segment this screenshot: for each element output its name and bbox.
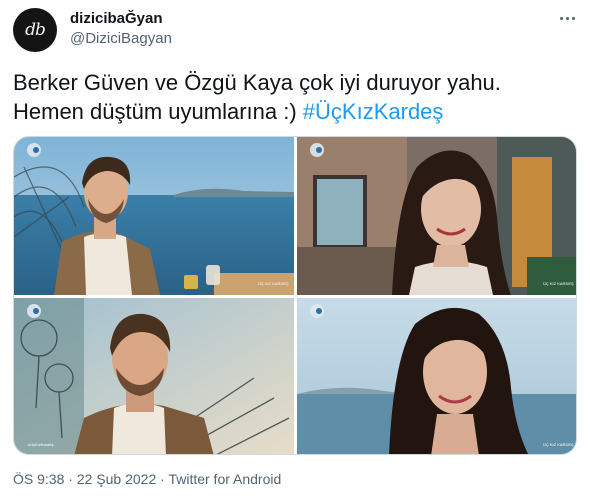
avatar[interactable]: db	[13, 8, 57, 52]
avatar-text: db	[25, 20, 46, 40]
media-grid: ÜÇ KIZ KARDEŞ ÜÇ KIZ KARDEŞ #ÜçKızKardeş…	[13, 136, 577, 455]
photo-man-seaside: ÜÇ KIZ KARDEŞ	[14, 137, 294, 295]
author-display-name[interactable]: dizicibaĞyan	[70, 10, 163, 27]
photo-man-closeup: #ÜçKızKardeş	[14, 298, 294, 454]
tweet-time[interactable]: ÖS 9:38	[13, 471, 64, 487]
watermark-1: ÜÇ KIZ KARDEŞ	[258, 281, 289, 286]
tweet-text: Berker Güven ve Özgü Kaya çok iyi duruyo…	[13, 68, 573, 126]
photo-woman-seaside: ÜÇ KIZ KARDEŞ	[297, 298, 576, 454]
watermark-4: ÜÇ KIZ KARDEŞ	[543, 442, 574, 447]
hashtag-link[interactable]: #ÜçKızKardeş	[303, 99, 444, 124]
more-options-icon[interactable]	[553, 8, 581, 28]
photo-woman-house: ÜÇ KIZ KARDEŞ	[297, 137, 576, 295]
media-image-1[interactable]: ÜÇ KIZ KARDEŞ	[14, 137, 294, 295]
meta-separator-2: ·	[156, 471, 169, 487]
watermark-3: #ÜçKızKardeş	[28, 442, 54, 447]
media-image-2[interactable]: ÜÇ KIZ KARDEŞ	[297, 137, 576, 295]
tweet-source[interactable]: Twitter for Android	[168, 471, 281, 487]
media-image-3[interactable]: #ÜçKızKardeş	[14, 298, 294, 454]
watermark-2: ÜÇ KIZ KARDEŞ	[543, 281, 574, 286]
author-handle[interactable]: @DiziciBagyan	[70, 30, 172, 47]
meta-separator-1: ·	[64, 471, 77, 487]
tweet-header: db dizicibaĞyan @DiziciBagyan	[13, 8, 583, 52]
media-image-4[interactable]: ÜÇ KIZ KARDEŞ	[297, 298, 576, 454]
tweet-meta: ÖS 9:38 · 22 Şub 2022 · Twitter for Andr…	[13, 471, 281, 487]
tweet-date[interactable]: 22 Şub 2022	[77, 471, 156, 487]
